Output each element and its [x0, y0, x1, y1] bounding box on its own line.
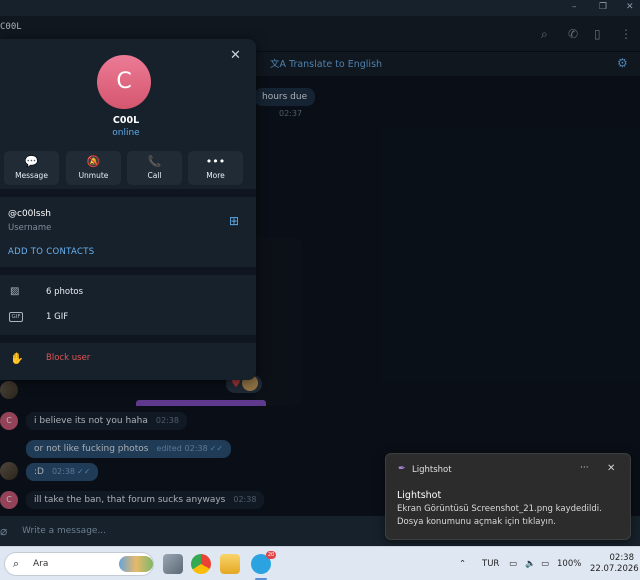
- message-button-label: Message: [15, 171, 48, 180]
- file-explorer-icon[interactable]: [220, 554, 240, 574]
- call-button-label: Call: [147, 171, 162, 180]
- notification-title: Lightshot: [397, 490, 442, 501]
- profile-avatar[interactable]: C: [97, 55, 151, 109]
- block-user-button[interactable]: Block user: [46, 353, 90, 363]
- profile-panel: ✕ C C00L online 💬 Message 🔕 Unmute 📞 Cal…: [0, 39, 256, 380]
- unmute-button[interactable]: 🔕 Unmute: [66, 151, 121, 185]
- task-view-icon[interactable]: [163, 554, 183, 574]
- username-value[interactable]: @c00lssh: [8, 209, 51, 219]
- lightshot-feather-icon: ✒: [398, 464, 406, 474]
- clock-date: 22.07.2026: [590, 564, 639, 574]
- windows-taskbar: ⌕ Ara 20 ⌃ TUR ▭ 🔈 ▭ 100% 02:38 22.07.20…: [0, 546, 640, 580]
- photos-count[interactable]: 6 photos: [46, 287, 83, 297]
- maximize-button[interactable]: ❐: [599, 2, 607, 12]
- add-to-contacts-button[interactable]: ADD TO CONTACTS: [8, 247, 94, 257]
- username-label: Username: [8, 223, 52, 233]
- close-icon[interactable]: ✕: [230, 49, 241, 62]
- phone-icon: 📞: [147, 155, 162, 168]
- gif-icon: GIF: [9, 312, 23, 322]
- unmute-button-label: Unmute: [78, 171, 109, 180]
- more-button[interactable]: ••• More: [188, 151, 243, 185]
- photo-icon: ▨: [10, 286, 20, 297]
- bell-off-icon: 🔕: [86, 155, 101, 168]
- notification-line-1: Ekran Görüntüsü Screenshot_21.png kayded…: [397, 504, 602, 514]
- window-titlebar: – ❐ ✕: [0, 0, 640, 16]
- block-hand-icon: ✋: [10, 352, 24, 365]
- call-button[interactable]: 📞 Call: [127, 151, 182, 185]
- chrome-icon[interactable]: [191, 554, 211, 574]
- divider: [0, 267, 256, 275]
- divider: [0, 189, 256, 197]
- notification-toast[interactable]: ✒ Lightshot ··· ✕ Lightshot Ekran Görünt…: [385, 453, 631, 540]
- divider: [0, 335, 256, 343]
- language-indicator[interactable]: TUR: [482, 559, 499, 569]
- profile-name: C00L: [112, 115, 140, 126]
- notification-app-name: Lightshot: [412, 465, 452, 475]
- battery-icon[interactable]: ▭: [541, 559, 549, 569]
- close-window-button[interactable]: ✕: [626, 2, 634, 12]
- profile-status: online: [112, 128, 140, 138]
- minimize-button[interactable]: –: [572, 2, 577, 12]
- notification-more-icon[interactable]: ···: [580, 463, 589, 473]
- attach-icon[interactable]: ⌀: [0, 524, 7, 538]
- battery-percent: 100%: [557, 559, 582, 569]
- message-input[interactable]: Write a message...: [22, 526, 106, 536]
- qr-code-icon[interactable]: ⊞: [229, 214, 239, 228]
- more-icon: •••: [205, 155, 226, 168]
- more-button-label: More: [206, 171, 225, 180]
- notification-close-icon[interactable]: ✕: [607, 463, 615, 474]
- system-clock[interactable]: 02:38 22.07.2026: [590, 553, 639, 575]
- taskbar-search[interactable]: ⌕ Ara: [4, 552, 154, 576]
- message-icon: 💬: [24, 155, 39, 168]
- message-button[interactable]: 💬 Message: [4, 151, 59, 185]
- gifs-count[interactable]: 1 GIF: [46, 312, 68, 322]
- chevron-up-icon[interactable]: ⌃: [459, 559, 466, 569]
- notification-line-2: Dosya konumunu açmak için tıklayın.: [397, 517, 557, 527]
- telegram-badge: 20: [266, 551, 276, 559]
- search-icon: ⌕: [13, 557, 20, 570]
- search-highlight-image: [119, 556, 153, 572]
- search-label: Ara: [33, 559, 49, 569]
- network-icon[interactable]: ▭: [509, 559, 517, 569]
- clock-time: 02:38: [609, 553, 635, 563]
- volume-icon[interactable]: 🔈: [525, 559, 536, 569]
